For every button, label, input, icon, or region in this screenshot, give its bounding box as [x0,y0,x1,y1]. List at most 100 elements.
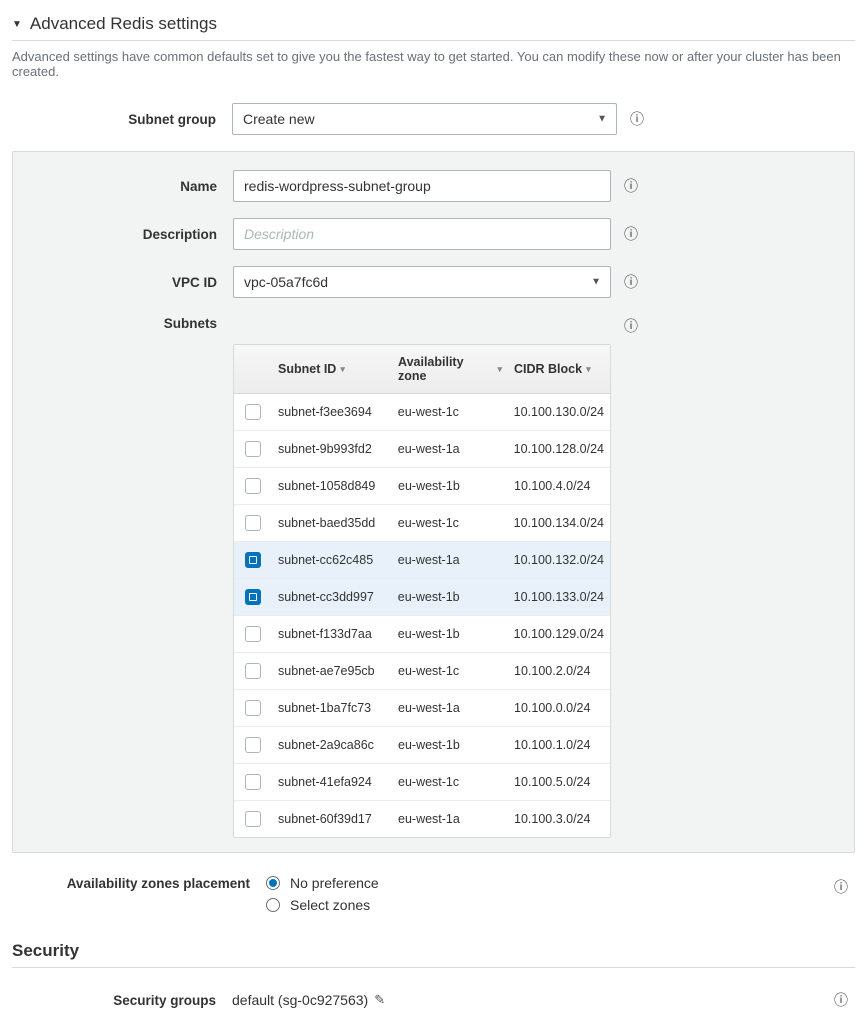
cell-cidr: 10.100.2.0/24 [508,653,610,689]
edit-icon[interactable]: ✎ [374,992,385,1008]
subnets-table: Subnet ID▾ Availability zone▾ CIDR Block… [233,344,611,838]
row-checkbox[interactable] [245,774,261,790]
cell-availability-zone: eu-west-1a [392,801,508,837]
cell-availability-zone: eu-west-1c [392,505,508,541]
table-row[interactable]: subnet-cc3dd997eu-west-1b10.100.133.0/24 [234,578,610,615]
info-icon[interactable]: ⓘ [623,176,639,196]
table-header: Subnet ID▾ Availability zone▾ CIDR Block… [234,345,610,394]
subnet-group-panel: Name ⓘ Description ⓘ VPC ID vpc-05a7fc6d… [12,151,855,853]
cell-subnet-id: subnet-1058d849 [272,468,392,504]
description-input[interactable] [233,218,611,250]
info-icon[interactable]: ⓘ [833,877,849,897]
radio-label: Select zones [290,897,370,913]
advanced-settings-header[interactable]: ▼ Advanced Redis settings [12,10,855,40]
column-availability-zone[interactable]: Availability zone▾ [392,345,508,393]
cell-subnet-id: subnet-f3ee3694 [272,394,392,430]
cell-subnet-id: subnet-f133d7aa [272,616,392,652]
table-row[interactable]: subnet-1058d849eu-west-1b10.100.4.0/24 [234,467,610,504]
row-checkbox[interactable] [245,515,261,531]
vpc-id-label: VPC ID [23,275,233,290]
row-checkbox[interactable] [245,552,261,568]
column-cidr-block[interactable]: CIDR Block▾ [508,345,610,393]
table-row[interactable]: subnet-cc62c485eu-west-1a10.100.132.0/24 [234,541,610,578]
section-title: Advanced Redis settings [30,14,217,34]
security-groups-label: Security groups [12,993,232,1008]
cell-cidr: 10.100.128.0/24 [508,431,610,467]
row-checkbox[interactable] [245,478,261,494]
az-placement-label: Availability zones placement [12,875,266,891]
cell-cidr: 10.100.1.0/24 [508,727,610,763]
cell-subnet-id: subnet-41efa924 [272,764,392,800]
radio-label: No preference [290,875,379,891]
cell-cidr: 10.100.3.0/24 [508,801,610,837]
row-checkbox[interactable] [245,589,261,605]
sort-icon: ▾ [340,364,345,375]
cell-cidr: 10.100.0.0/24 [508,690,610,726]
row-checkbox[interactable] [245,441,261,457]
cell-availability-zone: eu-west-1a [392,431,508,467]
subnet-group-label: Subnet group [12,112,232,127]
info-icon[interactable]: ⓘ [623,224,639,244]
row-checkbox[interactable] [245,404,261,420]
subnet-group-select[interactable]: Create new [232,103,617,135]
cell-cidr: 10.100.132.0/24 [508,542,610,578]
cell-cidr: 10.100.134.0/24 [508,505,610,541]
table-row[interactable]: subnet-41efa924eu-west-1c10.100.5.0/24 [234,763,610,800]
column-checkbox [234,345,272,393]
cell-availability-zone: eu-west-1b [392,468,508,504]
name-label: Name [23,179,233,194]
cell-subnet-id: subnet-cc62c485 [272,542,392,578]
security-groups-value: default (sg-0c927563) [232,992,368,1008]
cell-subnet-id: subnet-ae7e95cb [272,653,392,689]
table-row[interactable]: subnet-1ba7fc73eu-west-1a10.100.0.0/24 [234,689,610,726]
cell-availability-zone: eu-west-1c [392,764,508,800]
cell-availability-zone: eu-west-1b [392,727,508,763]
sort-icon: ▾ [497,364,502,375]
column-subnet-id[interactable]: Subnet ID▾ [272,345,392,393]
row-checkbox[interactable] [245,811,261,827]
cell-cidr: 10.100.130.0/24 [508,394,610,430]
security-section-title: Security [12,941,855,961]
az-no-preference-option[interactable]: No preference [266,875,379,891]
radio-icon [266,876,280,890]
table-row[interactable]: subnet-baed35ddeu-west-1c10.100.134.0/24 [234,504,610,541]
az-select-zones-option[interactable]: Select zones [266,897,379,913]
row-checkbox[interactable] [245,737,261,753]
cell-availability-zone: eu-west-1b [392,579,508,615]
info-icon[interactable]: ⓘ [629,109,645,129]
cell-cidr: 10.100.5.0/24 [508,764,610,800]
info-icon[interactable]: ⓘ [623,314,639,336]
vpc-id-select[interactable]: vpc-05a7fc6d [233,266,611,298]
name-input[interactable] [233,170,611,202]
table-row[interactable]: subnet-ae7e95cbeu-west-1c10.100.2.0/24 [234,652,610,689]
info-icon[interactable]: ⓘ [833,990,849,1010]
row-checkbox[interactable] [245,626,261,642]
cell-subnet-id: subnet-9b993fd2 [272,431,392,467]
cell-subnet-id: subnet-1ba7fc73 [272,690,392,726]
radio-icon [266,898,280,912]
table-row[interactable]: subnet-9b993fd2eu-west-1a10.100.128.0/24 [234,430,610,467]
table-row[interactable]: subnet-f133d7aaeu-west-1b10.100.129.0/24 [234,615,610,652]
cell-cidr: 10.100.129.0/24 [508,616,610,652]
table-row[interactable]: subnet-f3ee3694eu-west-1c10.100.130.0/24 [234,394,610,430]
cell-availability-zone: eu-west-1a [392,542,508,578]
cell-subnet-id: subnet-baed35dd [272,505,392,541]
cell-availability-zone: eu-west-1c [392,394,508,430]
subnets-label: Subnets [23,314,233,331]
row-checkbox[interactable] [245,700,261,716]
row-checkbox[interactable] [245,663,261,679]
caret-down-icon: ▼ [12,19,22,30]
sort-icon: ▾ [586,364,591,375]
divider [12,967,855,968]
cell-cidr: 10.100.133.0/24 [508,579,610,615]
cell-availability-zone: eu-west-1a [392,690,508,726]
cell-subnet-id: subnet-cc3dd997 [272,579,392,615]
table-row[interactable]: subnet-60f39d17eu-west-1a10.100.3.0/24 [234,800,610,837]
divider [12,40,855,41]
cell-availability-zone: eu-west-1b [392,616,508,652]
table-row[interactable]: subnet-2a9ca86ceu-west-1b10.100.1.0/24 [234,726,610,763]
section-description: Advanced settings have common defaults s… [12,49,855,79]
cell-subnet-id: subnet-60f39d17 [272,801,392,837]
info-icon[interactable]: ⓘ [623,272,639,292]
cell-availability-zone: eu-west-1c [392,653,508,689]
